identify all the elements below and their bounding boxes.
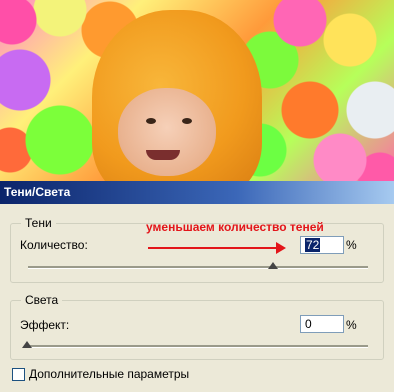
- highlights-legend: Света: [21, 293, 63, 307]
- dialog-titlebar[interactable]: Тени/Света: [0, 181, 394, 204]
- effect-percent-sign: %: [346, 318, 357, 332]
- more-options-checkbox[interactable]: [12, 368, 25, 381]
- shadows-legend: Тени: [21, 216, 56, 230]
- more-options-label[interactable]: Дополнительные параметры: [29, 367, 189, 381]
- effect-value: 0: [305, 317, 312, 331]
- amount-label: Количество:: [20, 238, 88, 252]
- photo-preview: [0, 0, 394, 181]
- child-eye-right: [182, 118, 192, 124]
- effect-slider-track[interactable]: [28, 345, 368, 348]
- effect-label: Эффект:: [20, 318, 70, 332]
- effect-input[interactable]: 0: [300, 315, 344, 333]
- effect-slider-thumb[interactable]: [22, 341, 32, 348]
- child-eye-left: [146, 118, 156, 124]
- amount-slider-thumb[interactable]: [268, 262, 278, 269]
- child-mouth: [146, 150, 180, 160]
- shadows-highlights-dialog: Тени Количество: 72 % уменьшаем количест…: [0, 204, 394, 392]
- dialog-title: Тени/Света: [4, 185, 71, 199]
- annotation-arrow-line: [148, 247, 278, 249]
- amount-slider-track[interactable]: [28, 266, 368, 269]
- amount-input[interactable]: 72: [300, 236, 344, 254]
- child-face: [118, 88, 216, 176]
- amount-value: 72: [305, 238, 321, 252]
- annotation-text: уменьшаем количество теней: [146, 220, 324, 234]
- amount-percent-sign: %: [346, 238, 357, 252]
- annotation-arrow-icon: [276, 242, 286, 254]
